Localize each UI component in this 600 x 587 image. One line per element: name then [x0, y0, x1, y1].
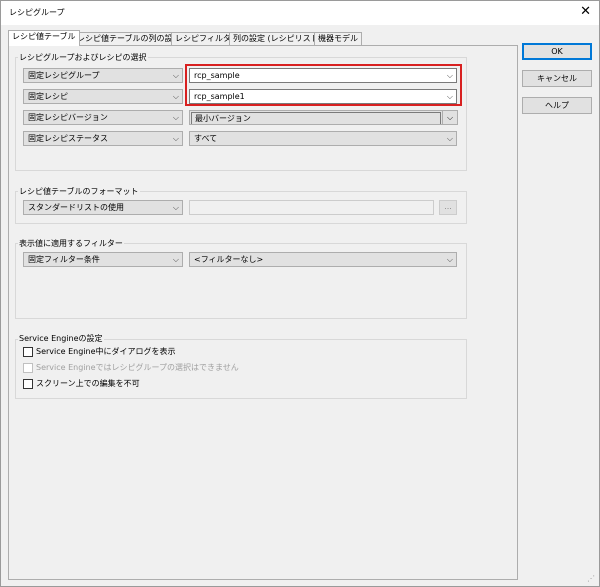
recipe-status-select[interactable]: すべて ⌵: [189, 131, 457, 146]
window-title: レシピグループ: [9, 8, 65, 17]
help-button[interactable]: ヘルプ: [522, 97, 592, 114]
filter-group-label: 表示値に適用するフィルター: [18, 238, 124, 249]
format-mode-select[interactable]: スタンダードリストの使用 ⌵: [23, 200, 183, 215]
chevron-down-icon: ⌵: [446, 113, 454, 122]
recipe-group-mode-select[interactable]: 固定レシピグループ ⌵: [23, 68, 183, 83]
tab-recipe-value-table[interactable]: レシピ値テーブル: [8, 30, 80, 46]
checkbox-label: スクリーン上での編集を不可: [36, 379, 140, 388]
format-group-label: レシピ値テーブルのフォーマット: [18, 186, 140, 197]
recipe-version-select[interactable]: 最小バージョン: [189, 110, 443, 125]
checkbox-label: Service Engineではレシピグループの選択はできません: [36, 363, 239, 372]
chevron-down-icon: ⌵: [172, 113, 179, 122]
tab-recipe-list-columns[interactable]: 列の設定 (レシピリスト): [229, 32, 326, 45]
checkbox-label: Service Engine中にダイアログを表示: [36, 347, 176, 356]
chevron-down-icon: ⌵: [172, 255, 179, 264]
tab-device-model[interactable]: 機器モデル: [314, 32, 362, 45]
filter-mode-value: 固定フィルター条件: [28, 255, 100, 264]
recipe-status-value: すべて: [194, 134, 218, 143]
chevron-down-icon: ⌵: [172, 71, 179, 80]
filter-mode-select[interactable]: 固定フィルター条件 ⌵: [23, 252, 183, 267]
recipe-mode-select[interactable]: 固定レシピ ⌵: [23, 89, 183, 104]
recipe-version-mode-value: 固定レシピバージョン: [28, 113, 108, 122]
title-bar: レシピグループ ✕: [1, 1, 599, 25]
tab-column-settings[interactable]: レシピ値テーブルの列の設定: [73, 32, 185, 45]
chevron-down-icon: ⌵: [172, 203, 179, 212]
checkbox-box: [23, 362, 33, 373]
selection-group-label: レシピグループおよびレシピの選択: [18, 52, 148, 63]
disable-group-selection-checkbox: Service Engineではレシピグループの選択はできません: [23, 362, 239, 374]
chevron-down-icon: ⌵: [446, 134, 453, 143]
chevron-down-icon: ⌵: [172, 92, 179, 101]
recipe-group-mode-value: 固定レシピグループ: [28, 71, 100, 80]
service-engine-group-label: Service Engineの設定: [18, 333, 104, 344]
chevron-down-icon: ⌵: [446, 255, 453, 264]
disable-screen-edit-checkbox[interactable]: スクリーン上での編集を不可: [23, 378, 140, 390]
recipe-version-dropdown-button[interactable]: ⌵: [442, 110, 458, 125]
recipe-group-dialog: レシピグループ ✕ レシピ値テーブル レシピ値テーブルの列の設定 レシピフィルタ…: [0, 0, 600, 587]
recipe-version-mode-select[interactable]: 固定レシピバージョン ⌵: [23, 110, 183, 125]
recipe-status-mode-value: 固定レシピステータス: [28, 134, 108, 143]
recipe-version-field: 最小バージョン: [191, 112, 441, 124]
resize-grip-icon[interactable]: ⋰: [587, 574, 597, 584]
format-mode-value: スタンダードリストの使用: [28, 203, 124, 212]
cancel-button[interactable]: キャンセル: [522, 70, 592, 87]
checkbox-box[interactable]: [23, 378, 33, 389]
filter-select[interactable]: <フィルターなし> ⌵: [189, 252, 457, 267]
checkbox-box[interactable]: [23, 346, 33, 357]
recipe-status-mode-select[interactable]: 固定レシピステータス ⌵: [23, 131, 183, 146]
recipe-version-value: 最小バージョン: [195, 114, 251, 123]
format-path-input[interactable]: [189, 200, 434, 215]
recipe-mode-value: 固定レシピ: [28, 92, 68, 101]
chevron-down-icon: ⌵: [172, 134, 179, 143]
browse-button[interactable]: ...: [439, 200, 457, 215]
show-dialog-checkbox[interactable]: Service Engine中にダイアログを表示: [23, 346, 176, 358]
ok-button[interactable]: OK: [522, 43, 592, 60]
filter-value: <フィルターなし>: [194, 255, 264, 264]
highlight-frame: [185, 64, 462, 106]
close-icon[interactable]: ✕: [580, 4, 591, 19]
